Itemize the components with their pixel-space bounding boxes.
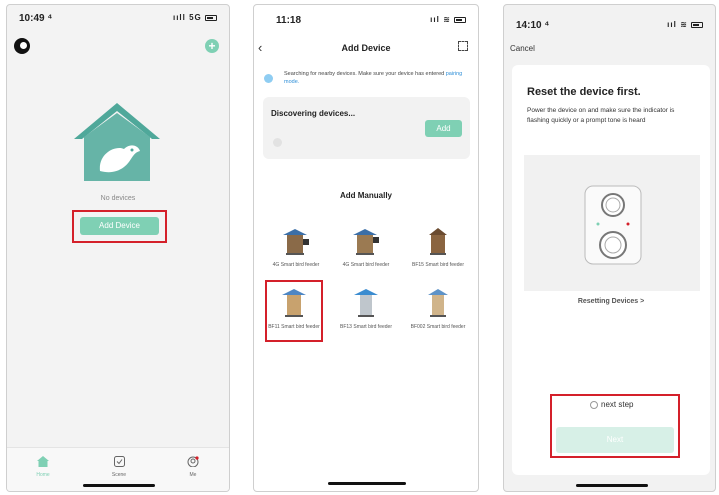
tab-scene-label: Scene (111, 472, 127, 478)
device-label: 4G Smart bird feeder (342, 262, 390, 268)
doorbell-device-icon (584, 185, 642, 265)
status-bar: 10:49 ⁴ ııll 5G (7, 13, 229, 27)
home-icon (37, 456, 49, 467)
reset-title: Reset the device first. (527, 86, 641, 98)
device-item[interactable]: 4G Smart bird feeder (268, 225, 324, 269)
signal-text: ııll 5G (172, 13, 202, 22)
add-device-screen: 11:18 ııl ≋ ‹ Add Device Searching for n… (253, 4, 479, 492)
home-screen: 10:49 ⁴ ııll 5G + No devices Add Device … (6, 4, 230, 492)
tab-bar: Home Scene Me (7, 447, 229, 491)
bird-feeder-icon (282, 289, 306, 317)
bird-feeder-icon (428, 289, 448, 317)
battery-icon (205, 14, 217, 21)
tab-home[interactable]: Home (27, 454, 59, 478)
discovering-card: Discovering devices... Add (263, 97, 470, 159)
signal-indicator: ııll 5G (173, 13, 217, 22)
device-label: 4G Smart bird feeder (272, 262, 320, 268)
tab-me[interactable]: Me (177, 454, 209, 478)
device-label: BF15 Smart bird feeder (412, 262, 464, 268)
device-label: BF002 Smart bird feeder (410, 324, 466, 330)
device-label: BF13 Smart bird feeder (340, 324, 392, 330)
reset-description: Power the device on and make sure the in… (527, 107, 675, 124)
device-label: BF11 Smart bird feeder (268, 324, 320, 330)
bird-feeder-icon (353, 229, 379, 255)
signal-indicator: ııl ≋ (430, 15, 466, 24)
manual-heading: Add Manually (339, 191, 392, 200)
device-item[interactable]: 4G Smart bird feeder (338, 225, 394, 269)
home-indicator (83, 484, 155, 487)
cancel-button[interactable]: Cancel (510, 44, 535, 53)
status-time: 14:10 ⁴ (516, 20, 550, 31)
search-indicator-icon (264, 74, 273, 83)
bird-feeder-icon (354, 289, 378, 317)
status-bar: 14:10 ⁴ ııl ≋ (504, 20, 715, 34)
home-indicator (576, 484, 648, 487)
bird-feeder-icon (283, 229, 309, 255)
status-time: 11:18 (276, 15, 302, 26)
scene-icon (113, 456, 125, 467)
resetting-devices-link[interactable]: Resetting Devices > (512, 298, 710, 305)
status-bar: 11:18 ııl ≋ (254, 15, 478, 29)
tab-home-label: Home (36, 472, 50, 478)
profile-icon (187, 456, 199, 468)
device-item[interactable]: BF15 Smart bird feeder (410, 225, 466, 269)
birdhouse-icon (74, 103, 160, 181)
home-indicator (328, 482, 406, 485)
scan-icon[interactable] (458, 41, 468, 51)
spinner-icon (273, 138, 282, 147)
search-hint: Searching for nearby devices. Make sure … (284, 70, 464, 86)
app-logo-icon[interactable] (14, 38, 30, 54)
device-item[interactable]: BF11 Smart bird feeder (267, 287, 321, 331)
device-illustration (524, 155, 700, 291)
reset-device-screen: 14:10 ⁴ ııl ≋ Cancel Reset the device fi… (503, 4, 716, 492)
empty-state-text: No devices (100, 195, 136, 202)
device-item[interactable]: BF13 Smart bird feeder (338, 287, 394, 331)
add-icon[interactable]: + (205, 39, 219, 53)
add-device-button[interactable]: Add Device (80, 217, 159, 235)
battery-icon (691, 21, 703, 28)
battery-icon (454, 16, 466, 23)
next-button[interactable]: Next (556, 427, 674, 453)
page-title: Add Device (341, 43, 391, 53)
radio-circle-icon (590, 400, 598, 409)
add-discovered-button[interactable]: Add (425, 120, 462, 137)
tab-scene[interactable]: Scene (103, 454, 135, 478)
next-step-label: next step (601, 400, 634, 409)
discovering-label: Discovering devices... (271, 109, 356, 118)
search-hint-text: Searching for nearby devices. Make sure … (284, 71, 446, 77)
status-time: 10:49 ⁴ (19, 13, 53, 24)
tab-me-label: Me (189, 472, 197, 478)
device-item[interactable]: BF002 Smart bird feeder (410, 287, 466, 331)
next-step-checkbox[interactable]: next step (590, 400, 633, 409)
bird-feeder-icon (429, 228, 447, 255)
signal-indicator: ııl ≋ (667, 20, 703, 29)
